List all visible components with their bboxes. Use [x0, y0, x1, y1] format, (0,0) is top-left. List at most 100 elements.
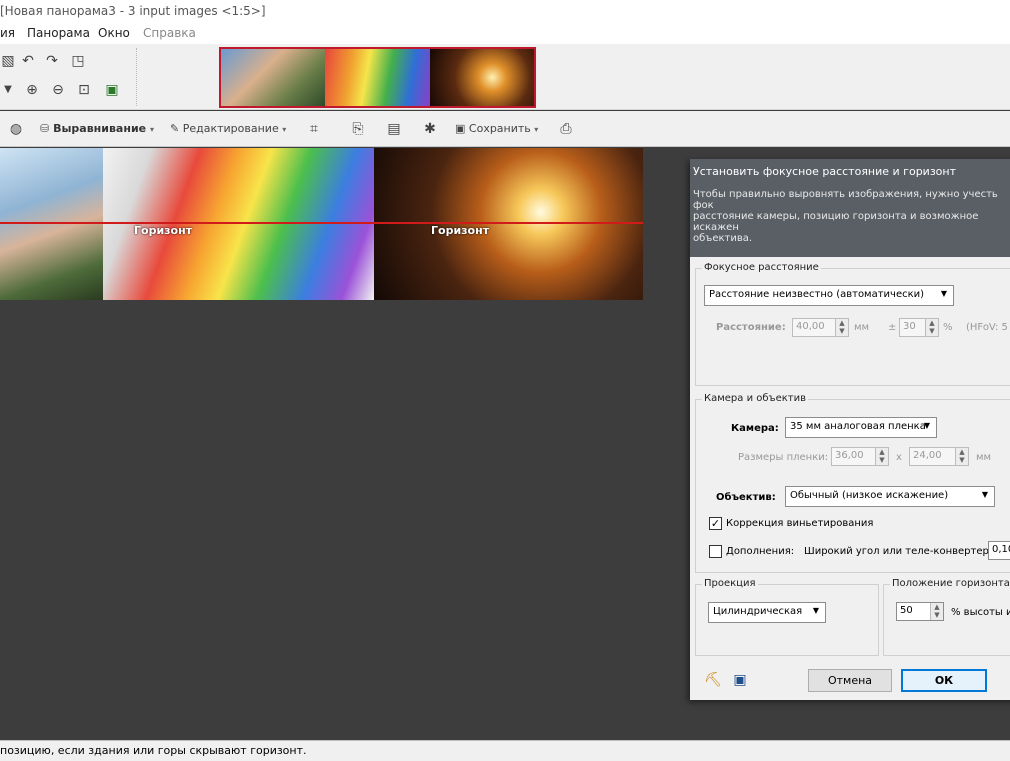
addons-checkbox[interactable] [709, 545, 722, 558]
camera-group-title: Камера и объектив [702, 393, 809, 404]
chevron-down-icon: ▾ [282, 125, 287, 134]
vignetting-checkbox[interactable]: ✓ [709, 517, 722, 530]
thumbnail-image[interactable] [221, 49, 326, 106]
horizon-value: 50 [900, 605, 913, 616]
addons-text: Широкий угол или теле-конвертер [804, 546, 989, 557]
film-x-label: x [896, 452, 902, 463]
dialog-header: Установить фокусное расстояние и горизон… [690, 159, 1010, 257]
globe-icon[interactable]: ◍ [8, 121, 24, 137]
addons-value: 0,10 [992, 544, 1010, 555]
camera-select[interactable]: 35 мм аналоговая пленка ▼ [785, 417, 937, 438]
chevron-down-icon: ▾ [534, 125, 539, 134]
horizon-line[interactable] [0, 222, 643, 224]
thumbnail-strip[interactable] [219, 47, 536, 108]
camera-value: 35 мм аналоговая пленка [790, 421, 926, 432]
vignetting-label: Коррекция виньетирования [726, 518, 874, 529]
distance-unit: мм [854, 322, 870, 333]
film-unit: мм [976, 452, 992, 463]
save-button[interactable]: ▣ Сохранить ▾ [455, 122, 538, 135]
print-icon[interactable]: ⎙ [558, 121, 574, 137]
projection-group-title: Проекция [702, 578, 758, 589]
zoom-out-icon[interactable]: ⊖ [50, 82, 66, 98]
film-width-input[interactable]: 36,00 ▲ ▼ [831, 447, 889, 466]
export-icon[interactable]: ⎘ [350, 121, 366, 137]
save-label: Сохранить [468, 122, 531, 135]
menu-item-window[interactable]: Окно [98, 26, 130, 40]
thumbnail-image[interactable] [429, 49, 534, 106]
projection-select[interactable]: Цилиндрическая ▼ [708, 602, 826, 623]
camera-lens-group: Камера и объектив Камера: 35 мм аналогов… [695, 393, 1010, 573]
window-title: [Новая панорама3 - 3 input images <1:5>] [0, 4, 266, 18]
panorama-preview[interactable]: Горизонт Горизонт [0, 148, 643, 300]
pencil-icon: ✎ [170, 122, 180, 135]
settings-icon[interactable]: ✱ [422, 121, 438, 137]
horizon-label: Горизонт [134, 224, 193, 237]
zoom-in-icon[interactable]: ⊕ [24, 82, 40, 98]
hfov-text: (HFoV: 5 [966, 322, 1008, 333]
addons-input[interactable]: 0,10 [988, 541, 1010, 560]
landscape-icon[interactable]: ▣ [104, 82, 120, 98]
addons-label: Дополнения: [726, 546, 795, 557]
page-icon[interactable]: ◳ [70, 53, 86, 69]
spin-arrows-icon[interactable]: ▲ ▼ [875, 448, 888, 465]
horizon-unit: % высоты и [951, 607, 1010, 618]
horizon-group-title: Положение горизонта [890, 578, 1010, 589]
ok-button[interactable]: ОК [901, 669, 987, 692]
plusminus-label: ± [888, 322, 897, 333]
menu-item-panorama[interactable]: Панорама [27, 26, 90, 40]
film-height-value: 24,00 [913, 450, 942, 461]
edit-label: Редактирование [182, 122, 279, 135]
projection-group: Проекция Цилиндрическая ▼ [695, 578, 879, 656]
dialog-description: Чтобы правильно выровнять изображения, н… [693, 189, 998, 244]
horizon-position-group: Положение горизонта 50 ▲ ▼ % высоты и [883, 578, 1010, 656]
database-icon: ⛁ [40, 122, 50, 135]
spin-arrows-icon[interactable]: ▲ ▼ [955, 448, 968, 465]
chevron-down-icon: ▾ [149, 125, 154, 134]
spin-arrows-icon[interactable]: ▲ ▼ [835, 319, 848, 336]
chevron-down-icon[interactable]: ▼ [0, 82, 16, 98]
save-icon[interactable]: ▣ [732, 672, 748, 688]
cancel-button[interactable]: Отмена [808, 669, 892, 692]
tolerance-value: 30 [903, 321, 916, 332]
open-folder-icon[interactable]: ⛏ [704, 672, 722, 688]
focal-group-title: Фокусное расстояние [702, 262, 821, 273]
horizon-label: Горизонт [431, 224, 490, 237]
rotate-left-icon[interactable]: ↶ [20, 53, 36, 69]
output-icon[interactable]: ▤ [386, 121, 402, 137]
focal-group: Фокусное расстояние Расстояние неизвестн… [695, 262, 1010, 386]
focal-mode-value: Расстояние неизвестно (автоматически) [709, 289, 925, 300]
zoom-fit-icon[interactable]: ⊡ [76, 82, 92, 98]
panorama-image [374, 148, 643, 300]
camera-label: Камера: [731, 423, 779, 434]
edit-button[interactable]: ✎ Редактирование ▾ [170, 122, 286, 135]
horizon-input[interactable]: 50 ▲ ▼ [896, 602, 944, 621]
top-toolbar: ▧ ↶ ↷ ◳ ▼ ⊕ ⊖ ⊡ ▣ [0, 44, 1010, 110]
spin-arrows-icon[interactable]: ▲ ▼ [925, 319, 938, 336]
chevron-down-icon: ▼ [981, 490, 988, 499]
thumbnail-image[interactable] [325, 49, 430, 106]
image-icon[interactable]: ▧ [0, 53, 16, 69]
window-title-bar: [Новая панорама3 - 3 input images <1:5>] [0, 0, 1010, 23]
spin-arrows-icon[interactable]: ▲ ▼ [930, 603, 943, 620]
focal-horizon-dialog: Установить фокусное расстояние и горизон… [690, 159, 1010, 700]
crop-icon[interactable]: ⌗ [306, 121, 322, 137]
focal-mode-select[interactable]: Расстояние неизвестно (автоматически) ▼ [704, 285, 954, 306]
align-button[interactable]: ⛁ Выравнивание ▾ [40, 122, 154, 135]
chevron-down-icon: ▼ [812, 606, 819, 615]
distance-label: Расстояние: [716, 322, 786, 333]
dialog-title: Установить фокусное расстояние и горизон… [693, 165, 957, 178]
menu-item-help[interactable]: Справка [143, 26, 196, 40]
status-bar: позицию, если здания или горы скрывают г… [0, 740, 1010, 761]
distance-input[interactable]: 40,00 ▲ ▼ [792, 318, 849, 337]
rotate-right-icon[interactable]: ↷ [44, 53, 60, 69]
distance-value: 40,00 [796, 321, 825, 332]
lens-select[interactable]: Обычный (низкое искажение) ▼ [785, 486, 995, 507]
film-width-value: 36,00 [835, 450, 864, 461]
status-text: позицию, если здания или горы скрывают г… [0, 744, 307, 757]
menu-item-truncated[interactable]: ия [0, 26, 15, 40]
tolerance-input[interactable]: 30 ▲ ▼ [899, 318, 939, 337]
film-height-input[interactable]: 24,00 ▲ ▼ [909, 447, 969, 466]
menu-bar: ия Панорама Окно Справка [0, 23, 1010, 44]
projection-value: Цилиндрическая [713, 606, 803, 617]
main-toolbar: ◍ ⛁ Выравнивание ▾ ✎ Редактирование ▾ ⌗ … [0, 111, 1010, 147]
